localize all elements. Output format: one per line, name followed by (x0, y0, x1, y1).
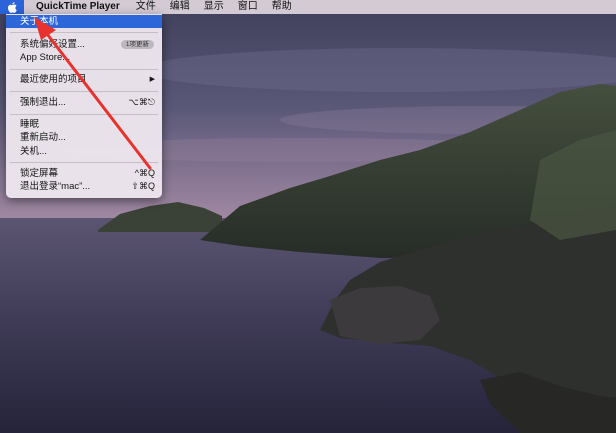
menu-item-shutdown-label: 关机... (20, 146, 47, 157)
menu-item-restart-label: 重新启动... (20, 132, 66, 143)
force-quit-shortcut: ⌥⌘⎋ (128, 97, 156, 107)
menu-item-force-quit[interactable]: 强制退出... ⌥⌘⎋ (6, 96, 162, 109)
menu-item-app-store[interactable]: App Store... (6, 51, 162, 64)
menu-item-lock-screen[interactable]: 锁定屏幕 ^⌘Q (6, 167, 162, 180)
menu-item-about-label: 关于本机 (20, 16, 59, 27)
menu-item-system-prefs[interactable]: 系统偏好设置... 1项更新 (6, 38, 162, 51)
menu-view[interactable]: 显示 (197, 0, 231, 14)
menu-item-app-store-label: App Store... (20, 52, 71, 63)
menu-separator (10, 114, 158, 115)
lock-screen-shortcut: ^⌘Q (134, 168, 155, 178)
menu-help[interactable]: 帮助 (265, 0, 299, 14)
menu-item-shutdown[interactable]: 关机... (6, 145, 162, 158)
menu-file[interactable]: 文件 (129, 0, 163, 14)
menu-item-logout[interactable]: 退出登录“mac”... ⇧⌘Q (6, 180, 162, 193)
menu-item-about[interactable]: 关于本机 (6, 15, 162, 28)
menu-separator (10, 162, 158, 163)
update-badge: 1项更新 (120, 40, 154, 49)
menu-item-lock-screen-label: 锁定屏幕 (20, 168, 59, 179)
apple-logo-icon[interactable] (0, 0, 24, 14)
menu-item-sleep-label: 睡眠 (20, 119, 40, 130)
submenu-arrow-icon: ▶ (149, 76, 155, 83)
menu-item-recent-items-label: 最近使用的项目 (20, 74, 87, 85)
menu-separator (10, 91, 158, 92)
menu-item-recent-items[interactable]: 最近使用的项目 ▶ (6, 73, 162, 86)
menu-separator (10, 69, 158, 70)
menu-bar: QuickTime Player 文件 编辑 显示 窗口 帮助 (0, 0, 616, 14)
menu-window[interactable]: 窗口 (231, 0, 265, 14)
menu-item-restart[interactable]: 重新启动... (6, 131, 162, 144)
menu-item-sleep[interactable]: 睡眠 (6, 118, 162, 131)
apple-menu-dropdown: 关于本机 系统偏好设置... 1项更新 App Store... 最近使用的项目… (6, 14, 162, 198)
menu-item-force-quit-label: 强制退出... (20, 97, 66, 108)
menu-separator (10, 32, 158, 33)
logout-shortcut: ⇧⌘Q (131, 181, 155, 191)
menu-app-name[interactable]: QuickTime Player (24, 0, 129, 14)
menu-item-logout-label: 退出登录“mac”... (20, 181, 91, 192)
menu-item-system-prefs-label: 系统偏好设置... (20, 39, 85, 50)
menu-edit[interactable]: 编辑 (163, 0, 197, 14)
